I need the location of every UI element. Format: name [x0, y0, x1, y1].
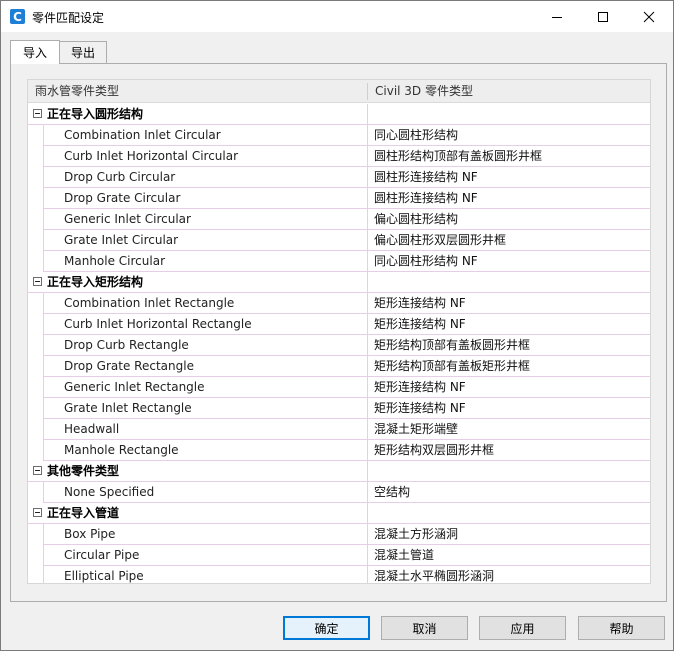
tab-panel-import: 雨水管零件类型 Civil 3D 零件类型 正在导入圆形结构 Combinatio…	[10, 63, 667, 602]
stormwater-part-type-cell: Manhole Circular	[43, 251, 368, 272]
civil3d-part-type-cell[interactable]: 圆柱形连接结构 NF	[368, 188, 650, 209]
civil3d-part-type-cell[interactable]: 矩形结构双层圆形井框	[368, 440, 650, 461]
stormwater-part-type-cell: Curb Inlet Horizontal Circular	[43, 146, 368, 167]
maximize-icon	[598, 11, 608, 22]
group-title: 其他零件类型	[28, 461, 368, 482]
maximize-button[interactable]	[580, 1, 626, 32]
table-row[interactable]: Manhole Circular 同心圆柱形结构 NF	[28, 251, 650, 272]
stormwater-part-type-cell: Manhole Rectangle	[43, 440, 368, 461]
table-row[interactable]: Drop Grate Rectangle 矩形结构顶部有盖板矩形井框	[28, 356, 650, 377]
stormwater-part-type-cell: Circular Pipe	[43, 545, 368, 566]
grid-header: 雨水管零件类型 Civil 3D 零件类型	[28, 80, 650, 103]
stormwater-part-type-cell: Drop Grate Circular	[43, 188, 368, 209]
stormwater-part-type-cell: Generic Inlet Rectangle	[43, 377, 368, 398]
group-row[interactable]: 正在导入管道	[28, 503, 650, 524]
table-row[interactable]: Headwall 混凝土矩形端壁	[28, 419, 650, 440]
table-row[interactable]: None Specified 空结构	[28, 482, 650, 503]
table-row[interactable]: Elliptical Pipe 混凝土水平椭圆形涵洞	[28, 566, 650, 583]
close-icon	[643, 11, 655, 22]
civil3d-part-type-cell[interactable]: 圆柱形连接结构 NF	[368, 167, 650, 188]
column-header-civil3d-part-type[interactable]: Civil 3D 零件类型	[368, 80, 650, 103]
civil3d-part-type-cell[interactable]: 混凝土水平椭圆形涵洞	[368, 566, 650, 583]
column-header-stormwater-part-type[interactable]: 雨水管零件类型	[28, 80, 367, 103]
stormwater-part-type-cell: None Specified	[43, 482, 368, 503]
minimize-button[interactable]	[534, 1, 580, 32]
stormwater-part-type-cell: Drop Grate Rectangle	[43, 356, 368, 377]
civil3d-part-type-cell[interactable]: 矩形连接结构 NF	[368, 314, 650, 335]
tab-export[interactable]: 导出	[59, 41, 107, 63]
civil3d-part-type-cell[interactable]: 混凝土矩形端壁	[368, 419, 650, 440]
table-row[interactable]: Circular Pipe 混凝土管道	[28, 545, 650, 566]
group-title: 正在导入管道	[28, 503, 368, 524]
group-empty-cell	[368, 104, 650, 125]
title-bar[interactable]: C 零件匹配设定	[1, 1, 673, 32]
help-button[interactable]: 帮助	[578, 616, 665, 640]
stormwater-part-type-cell: Combination Inlet Circular	[43, 125, 368, 146]
tab-import[interactable]: 导入	[10, 40, 60, 64]
stormwater-part-type-cell: Grate Inlet Circular	[43, 230, 368, 251]
civil3d-part-type-cell[interactable]: 混凝土方形涵洞	[368, 524, 650, 545]
table-row[interactable]: Drop Curb Circular 圆柱形连接结构 NF	[28, 167, 650, 188]
civil3d-part-type-cell[interactable]: 混凝土管道	[368, 545, 650, 566]
apply-button[interactable]: 应用	[479, 616, 566, 640]
table-row[interactable]: Combination Inlet Rectangle 矩形连接结构 NF	[28, 293, 650, 314]
ok-button[interactable]: 确定	[283, 616, 370, 640]
stormwater-part-type-cell: Curb Inlet Horizontal Rectangle	[43, 314, 368, 335]
group-empty-cell	[368, 272, 650, 293]
civil3d-app-icon: C	[10, 9, 25, 24]
group-title: 正在导入圆形结构	[28, 104, 368, 125]
civil3d-part-type-cell[interactable]: 矩形连接结构 NF	[368, 398, 650, 419]
table-row[interactable]: Drop Grate Circular 圆柱形连接结构 NF	[28, 188, 650, 209]
group-empty-cell	[368, 503, 650, 524]
table-row[interactable]: Curb Inlet Horizontal Circular 圆柱形结构顶部有盖板…	[28, 146, 650, 167]
stormwater-part-type-cell: Elliptical Pipe	[43, 566, 368, 583]
table-row[interactable]: Grate Inlet Circular 偏心圆柱形双层圆形井框	[28, 230, 650, 251]
civil3d-part-type-cell[interactable]: 圆柱形结构顶部有盖板圆形井框	[368, 146, 650, 167]
table-row[interactable]: Curb Inlet Horizontal Rectangle 矩形连接结构 NF	[28, 314, 650, 335]
civil3d-part-type-cell[interactable]: 同心圆柱形结构 NF	[368, 251, 650, 272]
civil3d-part-type-cell[interactable]: 同心圆柱形结构	[368, 125, 650, 146]
cancel-button[interactable]: 取消	[381, 616, 468, 640]
minimize-icon	[552, 16, 562, 18]
table-row[interactable]: Generic Inlet Rectangle 矩形连接结构 NF	[28, 377, 650, 398]
table-row[interactable]: Generic Inlet Circular 偏心圆柱形结构	[28, 209, 650, 230]
table-row[interactable]: Manhole Rectangle 矩形结构双层圆形井框	[28, 440, 650, 461]
stormwater-part-type-cell: Generic Inlet Circular	[43, 209, 368, 230]
stormwater-part-type-cell: Box Pipe	[43, 524, 368, 545]
civil3d-part-type-cell[interactable]: 矩形连接结构 NF	[368, 293, 650, 314]
close-button[interactable]	[626, 1, 672, 32]
stormwater-part-type-cell: Combination Inlet Rectangle	[43, 293, 368, 314]
table-row[interactable]: Drop Curb Rectangle 矩形结构顶部有盖板圆形井框	[28, 335, 650, 356]
dialog-window: C 零件匹配设定 导入 导出 雨水管零件类型 Civil 3D 零件类型 正在导…	[0, 0, 674, 651]
civil3d-part-type-cell[interactable]: 偏心圆柱形结构	[368, 209, 650, 230]
table-row[interactable]: Combination Inlet Circular 同心圆柱形结构	[28, 125, 650, 146]
table-row[interactable]: Box Pipe 混凝土方形涵洞	[28, 524, 650, 545]
stormwater-part-type-cell: Grate Inlet Rectangle	[43, 398, 368, 419]
civil3d-part-type-cell[interactable]: 矩形连接结构 NF	[368, 377, 650, 398]
civil3d-part-type-cell[interactable]: 空结构	[368, 482, 650, 503]
group-row[interactable]: 正在导入圆形结构	[28, 104, 650, 125]
stormwater-part-type-cell: Headwall	[43, 419, 368, 440]
group-title: 正在导入矩形结构	[28, 272, 368, 293]
group-row[interactable]: 正在导入矩形结构	[28, 272, 650, 293]
civil3d-part-type-cell[interactable]: 矩形结构顶部有盖板矩形井框	[368, 356, 650, 377]
table-row[interactable]: Grate Inlet Rectangle 矩形连接结构 NF	[28, 398, 650, 419]
stormwater-part-type-cell: Drop Curb Rectangle	[43, 335, 368, 356]
group-empty-cell	[368, 461, 650, 482]
stormwater-part-type-cell: Drop Curb Circular	[43, 167, 368, 188]
civil3d-part-type-cell[interactable]: 偏心圆柱形双层圆形井框	[368, 230, 650, 251]
part-mapping-grid: 雨水管零件类型 Civil 3D 零件类型 正在导入圆形结构 Combinatio…	[27, 79, 651, 584]
group-row[interactable]: 其他零件类型	[28, 461, 650, 482]
civil3d-part-type-cell[interactable]: 矩形结构顶部有盖板圆形井框	[368, 335, 650, 356]
window-title: 零件匹配设定	[32, 11, 105, 25]
